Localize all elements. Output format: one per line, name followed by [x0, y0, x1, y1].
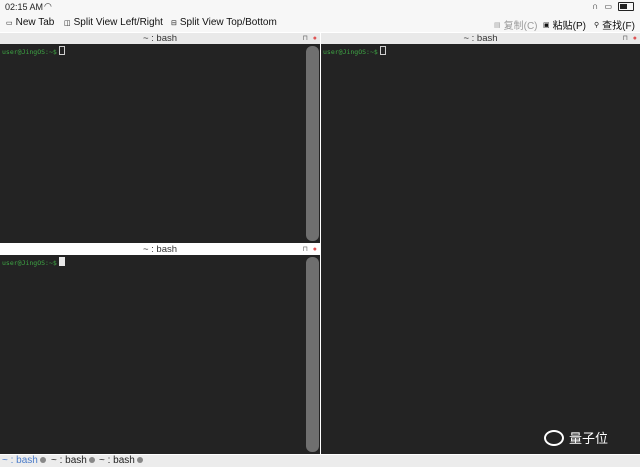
wechat-icon	[544, 429, 564, 446]
close-tab-icon[interactable]	[39, 457, 46, 463]
close-tab-icon[interactable]	[136, 457, 143, 463]
pane-title-bar: ~ : bash ⊓ ●	[0, 244, 320, 255]
cursor	[379, 46, 386, 55]
battery-icon	[618, 1, 634, 11]
find-button[interactable]: ⚲ 查找(F)	[594, 17, 635, 32]
split-left-right-label: Split View Left/Right	[73, 17, 163, 28]
cursor	[58, 257, 65, 266]
close-icon[interactable]: ●	[633, 33, 637, 44]
close-tab-icon[interactable]	[88, 457, 95, 463]
tab-label: ~ : bash	[51, 455, 87, 466]
pane-title-bar: ~ : bash ⊓ ●	[321, 33, 640, 44]
prompt-text: user@JingOS:~$	[2, 48, 57, 56]
split-horizontal-icon: ⊟	[171, 19, 177, 27]
maximize-icon[interactable]: ⊓	[623, 33, 628, 44]
terminal-prompt: user@JingOS:~$	[2, 46, 65, 56]
tab-label: ~ : bash	[99, 455, 135, 466]
terminal-toolbar: ▭ New Tab ◫ Split View Left/Right ⊟ Spli…	[0, 14, 640, 32]
paste-icon: ▣	[543, 21, 550, 29]
paste-label: 粘贴(P)	[552, 21, 586, 32]
pane-title-bar: ~ : bash ⊓ ●	[0, 33, 320, 44]
terminal-pane-top-left[interactable]: ~ : bash ⊓ ● user@JingOS:~$	[0, 33, 320, 243]
split-vertical-icon: ◫	[64, 19, 71, 27]
pane-title: ~ : bash	[142, 33, 178, 44]
prompt-text: user@JingOS:~$	[2, 259, 57, 267]
scrollbar[interactable]	[306, 46, 319, 241]
cursor	[58, 46, 65, 55]
prompt-text: user@JingOS:~$	[323, 48, 378, 56]
new-tab-label: New Tab	[15, 17, 55, 28]
tab-bash-1[interactable]: ~ : bash	[2, 455, 46, 467]
dot-icon: ▭	[604, 1, 612, 11]
split-top-bottom-button[interactable]: ⊟ Split View Top/Bottom	[171, 17, 277, 28]
split-top-bottom-label: Split View Top/Bottom	[179, 17, 277, 28]
watermark-text: 量子位	[569, 431, 609, 446]
terminal-pane-bottom-left[interactable]: ~ : bash ⊓ ● user@JingOS:~$	[0, 244, 320, 454]
pane-title: ~ : bash	[463, 33, 498, 44]
close-icon[interactable]: ●	[313, 244, 317, 255]
tab-label: ~ : bash	[2, 455, 38, 466]
copy-button[interactable]: ▤ 复制(C)	[494, 17, 538, 32]
tab-bash-2[interactable]: ~ : bash	[51, 455, 95, 467]
tab-icon: ▭	[6, 19, 13, 27]
paste-button[interactable]: ▣ 粘贴(P)	[543, 17, 586, 32]
new-tab-button[interactable]: ▭ New Tab	[6, 17, 54, 28]
tab-bash-3[interactable]: ~ : bash	[99, 455, 143, 467]
wifi-icon: ◠	[44, 1, 52, 11]
scrollbar[interactable]	[306, 257, 319, 452]
maximize-icon[interactable]: ⊓	[303, 244, 308, 255]
terminal-pane-right[interactable]: ~ : bash ⊓ ● user@JingOS:~$	[321, 33, 640, 454]
search-icon: ⚲	[594, 21, 600, 29]
status-bar: 02:15 AM ◠ ∩ ▭	[0, 0, 640, 14]
watermark: 量子位	[544, 428, 608, 447]
terminal-prompt: user@JingOS:~$	[323, 46, 386, 56]
terminal-prompt: user@JingOS:~$	[2, 257, 65, 267]
pane-title: ~ : bash	[142, 244, 178, 255]
close-icon[interactable]: ●	[313, 33, 317, 44]
tab-bar: ~ : bash ~ : bash ~ : bash	[0, 455, 640, 467]
maximize-icon[interactable]: ⊓	[303, 33, 308, 44]
copy-icon: ▤	[494, 21, 501, 29]
status-time: 02:15 AM	[5, 2, 44, 12]
headphones-icon: ∩	[591, 1, 599, 11]
split-left-right-button[interactable]: ◫ Split View Left/Right	[64, 17, 163, 28]
copy-label: 复制(C)	[503, 21, 538, 32]
find-label: 查找(F)	[602, 21, 635, 32]
